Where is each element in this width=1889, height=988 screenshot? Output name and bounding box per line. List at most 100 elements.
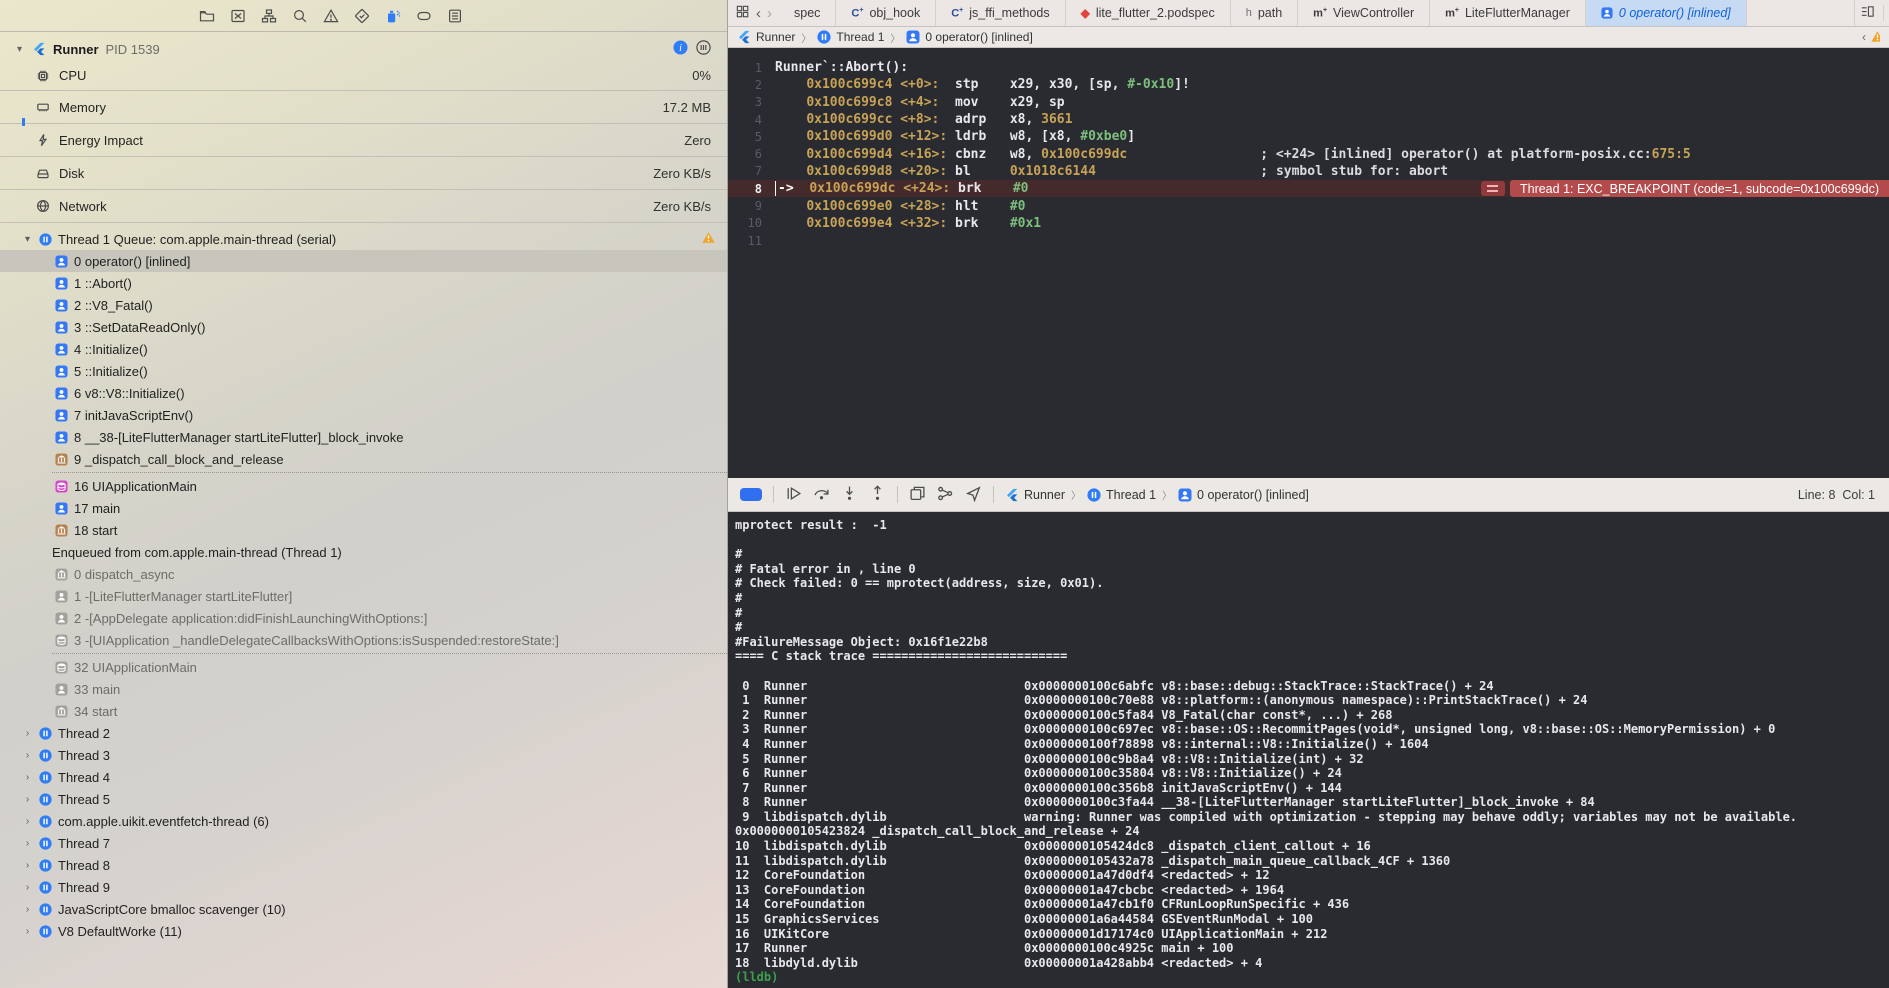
gauge-row-memory[interactable]: Memory 17.2 MB [0, 91, 727, 124]
disclosure-icon[interactable]: › [22, 728, 33, 739]
code-line[interactable]: 4 0x100c699cc <+8>: adrp x8, 3661 [728, 111, 1889, 128]
code-line[interactable]: 5 0x100c699d0 <+12>: ldrb w8, [x8, #0xbe… [728, 128, 1889, 145]
tab-spec[interactable]: spec [779, 0, 837, 26]
stack-frame-row[interactable]: 33 main [0, 678, 727, 700]
thread-row[interactable]: › Thread 2 [0, 722, 727, 744]
disclosure-icon[interactable]: › [22, 882, 33, 893]
tab-js-ffi-methods[interactable]: C+ js_ffi_methods [936, 0, 1066, 26]
stack-frame-row[interactable]: 5 ::Initialize() [0, 360, 727, 382]
thread-row[interactable]: › Thread 4 [0, 766, 727, 788]
memory-graph-button[interactable] [937, 485, 954, 505]
disclosure-icon[interactable]: ▾ [22, 234, 33, 245]
code-line[interactable]: 3 0x100c699c8 <+4>: mov x29, sp [728, 94, 1889, 111]
chevron-left-icon[interactable]: ‹ [1862, 30, 1866, 44]
stack-frame-row[interactable]: 1 -[LiteFlutterManager startLiteFlutter] [0, 585, 727, 607]
tab-lite-flutter-2-podspec[interactable]: ◆ lite_flutter_2.podspec [1066, 0, 1231, 26]
disclosure-icon[interactable]: › [22, 860, 33, 871]
simulate-location-button[interactable] [965, 485, 982, 505]
stack-frame-row[interactable]: 16 UIApplicationMain [0, 475, 727, 497]
stack-frame-row[interactable]: 17 main [0, 497, 727, 519]
stack-frame-row[interactable]: 8 __38-[LiteFlutterManager startLiteFlut… [0, 426, 727, 448]
disclosure-icon[interactable]: › [22, 750, 33, 761]
lldb-prompt[interactable]: (lldb) [735, 970, 786, 984]
disclosure-icon[interactable]: › [22, 816, 33, 827]
tab-litefluttermanager[interactable]: m+ LiteFlutterManager [1430, 0, 1586, 26]
source-control-navigator-icon[interactable] [229, 7, 246, 24]
tab-path[interactable]: h path [1231, 0, 1299, 26]
find-navigator-icon[interactable] [291, 7, 308, 24]
code-line[interactable]: 6 0x100c699d4 <+16>: cbnz w8, 0x100c699d… [728, 145, 1889, 162]
breakpoint-navigator-icon[interactable] [415, 7, 432, 24]
breadcrumb-item[interactable]: 0 operator() [inlined] [925, 30, 1032, 44]
symbol-navigator-icon[interactable] [260, 7, 277, 24]
stack-frame-row[interactable]: 3 ::SetDataReadOnly() [0, 316, 727, 338]
gauge-circle-icon[interactable] [696, 40, 711, 58]
disclosure-icon[interactable]: › [22, 838, 33, 849]
stack-frame-row[interactable]: 0 dispatch_async [0, 563, 727, 585]
thread-row[interactable]: › Thread 8 [0, 854, 727, 876]
debug-console[interactable]: mprotect result : -1 # # Fatal error in … [728, 512, 1889, 988]
current-instruction-line[interactable]: 8 -> 0x100c699dc <+24>: brk #0 Thread 1: E… [728, 180, 1889, 198]
stack-frame-row[interactable]: 9 _dispatch_call_block_and_release [0, 448, 727, 470]
breadcrumb-item[interactable]: Thread 1 [836, 30, 884, 44]
continue-button[interactable] [785, 485, 802, 505]
stack-frame-row[interactable]: 18 start [0, 519, 727, 541]
thread-row[interactable]: › JavaScriptCore bmalloc scavenger (10) [0, 898, 727, 920]
stack-frame-row[interactable]: 2 ::V8_Fatal() [0, 294, 727, 316]
breadcrumb-item[interactable]: 0 operator() [inlined] [1197, 488, 1309, 502]
back-icon[interactable]: ‹ [756, 6, 761, 21]
breakpoints-toggle[interactable] [740, 488, 762, 501]
thread-row[interactable]: › Thread 3 [0, 744, 727, 766]
gauge-row-cpu[interactable]: CPU 0% [0, 61, 727, 91]
stack-frame-row[interactable]: 2 -[AppDelegate application:didFinishLau… [0, 607, 727, 629]
issue-navigator-icon[interactable] [322, 7, 339, 24]
gauge-row-network[interactable]: Network Zero KB/s [0, 190, 727, 223]
related-items-icon[interactable] [735, 4, 750, 22]
stack-frame-row[interactable]: 4 ::Initialize() [0, 338, 727, 360]
tab-0-operator-inlined-[interactable]: 0 operator() [inlined] [1585, 0, 1747, 26]
code-line[interactable]: 11 [728, 232, 1889, 249]
project-navigator-icon[interactable] [198, 7, 215, 24]
disclosure-icon[interactable]: › [22, 904, 33, 915]
step-into-button[interactable] [841, 485, 858, 505]
test-navigator-icon[interactable] [353, 7, 370, 24]
breakpoint-annotation[interactable]: Thread 1: EXC_BREAKPOINT (code=1, subcod… [1480, 180, 1889, 198]
code-line[interactable]: 2 0x100c699c4 <+0>: stp x29, x30, [sp, #… [728, 76, 1889, 93]
forward-icon[interactable]: › [767, 6, 772, 21]
disclosure-icon[interactable]: › [22, 772, 33, 783]
stack-frame-row[interactable]: 34 start [0, 700, 727, 722]
report-navigator-icon[interactable] [446, 7, 463, 24]
stack-frame-row[interactable]: 0 operator() [inlined] [0, 250, 727, 272]
code-line[interactable]: 9 0x100c699e0 <+28>: hlt #0 [728, 197, 1889, 214]
stack-frame-row[interactable]: 3 -[UIApplication _handleDelegateCallbac… [0, 629, 727, 651]
gauge-row-energy-impact[interactable]: Energy Impact Zero [0, 124, 727, 157]
thread-row[interactable]: › Thread 9 [0, 876, 727, 898]
step-out-button[interactable] [869, 484, 886, 505]
tab-obj-hook[interactable]: C+ obj_hook [836, 0, 937, 26]
debug-navigator-icon[interactable] [384, 7, 401, 24]
chevron-down-icon[interactable]: ▾ [14, 44, 25, 55]
thread-row[interactable]: ▾ Thread 1 Queue: com.apple.main-thread (… [0, 228, 727, 250]
thread-row[interactable]: › V8 DefaultWorke (11) [0, 920, 727, 942]
info-badge-icon[interactable]: i [673, 40, 688, 58]
stack-frame-row[interactable]: 1 ::Abort() [0, 272, 727, 294]
breadcrumb-item[interactable]: Runner [756, 30, 795, 44]
editor-options-icon[interactable] [1860, 4, 1875, 22]
code-line[interactable]: 7 0x100c699d8 <+20>: bl 0x1018c6144 ; sy… [728, 163, 1889, 180]
stack-frame-row[interactable]: 7 initJavaScriptEnv() [0, 404, 727, 426]
breadcrumb[interactable]: Runner 〉 Thread 1 〉 0 operator() [inlined] [737, 30, 1033, 45]
gauge-row-disk[interactable]: Disk Zero KB/s [0, 157, 727, 190]
view-debugger-button[interactable] [909, 485, 926, 505]
step-over-button[interactable] [813, 485, 830, 505]
breadcrumb-item[interactable]: Runner [1024, 488, 1065, 502]
thread-row[interactable]: › Thread 7 [0, 832, 727, 854]
code-line[interactable]: 10 0x100c699e4 <+32>: brk #0x1 [728, 215, 1889, 232]
disclosure-icon[interactable]: › [22, 794, 33, 805]
stack-frame-row[interactable]: 32 UIApplicationMain [0, 656, 727, 678]
debug-breadcrumb[interactable]: Runner 〉 Thread 1 〉 0 operator() [inlined] [1005, 487, 1309, 502]
process-row[interactable]: ▾ Runner PID 1539 i [0, 37, 727, 61]
code-line[interactable]: 1 Runner`::Abort(): [728, 59, 1889, 76]
disassembly-editor[interactable]: 1 Runner`::Abort(): 2 0x100c699c4 <+0>: st… [728, 48, 1889, 478]
thread-row[interactable]: › Thread 5 [0, 788, 727, 810]
thread-row[interactable]: › com.apple.uikit.eventfetch-thread (6) [0, 810, 727, 832]
